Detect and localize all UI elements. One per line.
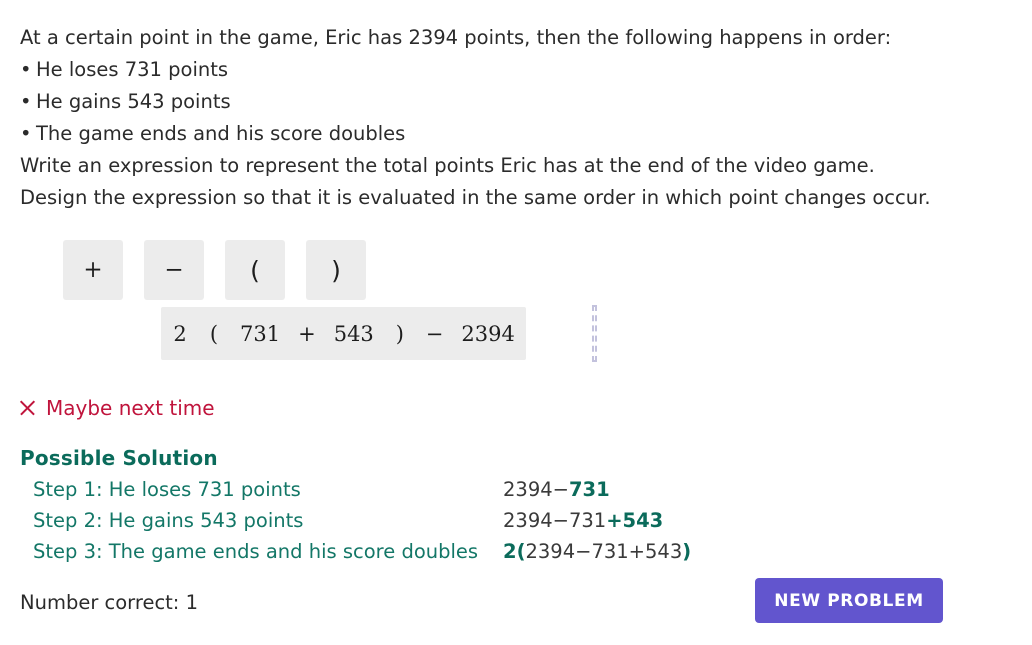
operator-tile-open-paren[interactable]: ( [225, 240, 285, 300]
expression-new-part: 731 [568, 478, 610, 501]
bullet-icon: • [20, 122, 32, 145]
expression-token[interactable]: 2 [163, 307, 197, 360]
problem-bullet-2: • He gains 543 points [20, 86, 980, 118]
problem-bullet-3: • The game ends and his score doubles [20, 118, 980, 150]
operator-palette: + − ( ) [63, 240, 366, 300]
feedback-message: Maybe next time [18, 396, 215, 420]
solution-panel: Possible Solution Step 1: He loses 731 p… [20, 446, 980, 563]
problem-bullet-3-text: The game ends and his score doubles [36, 122, 406, 145]
operator-tile-close-paren[interactable]: ) [306, 240, 366, 300]
solution-row: Step 2: He gains 543 points 2394−731+543 [20, 509, 980, 532]
x-icon [18, 399, 37, 418]
expression-token[interactable]: 731 [231, 307, 289, 360]
expression-token[interactable]: + [289, 307, 325, 360]
expression-token[interactable]: ) [383, 307, 417, 360]
problem-bullet-1-text: He loses 731 points [36, 58, 229, 81]
solution-step-label: Step 3: The game ends and his score doub… [33, 540, 479, 563]
expression-new-part: 2( [503, 540, 526, 563]
bullet-icon: • [20, 90, 32, 113]
solution-step-expression: 2394−731+543 [503, 509, 663, 532]
feedback-text: Maybe next time [46, 396, 215, 420]
expression-token[interactable]: − [417, 307, 453, 360]
solution-step-label: Step 2: He gains 543 points [33, 509, 304, 532]
expression-token[interactable]: 543 [325, 307, 383, 360]
expression-base: 2394−731+543 [525, 540, 683, 563]
expression-token[interactable]: 2394 [452, 307, 523, 360]
expression-drop-target[interactable] [592, 305, 597, 362]
expression-base: 2394− [503, 478, 569, 501]
problem-intro: At a certain point in the game, Eric has… [20, 26, 892, 49]
solution-step-expression: 2(2394−731+543) [503, 540, 691, 563]
expression-new-part-close: ) [682, 540, 692, 563]
expression-token[interactable]: ( [197, 307, 231, 360]
problem-instruction-1: Write an expression to represent the tot… [20, 154, 875, 177]
expression-tray[interactable]: 2 ( 731 + 543 ) − 2394 [161, 307, 526, 360]
operator-tile-plus[interactable]: + [63, 240, 123, 300]
solution-title: Possible Solution [20, 446, 218, 470]
operator-tile-minus[interactable]: − [144, 240, 204, 300]
solution-row: Step 3: The game ends and his score doub… [20, 540, 980, 563]
expression-base: 2394−731 [503, 509, 607, 532]
expression-new-part: +543 [606, 509, 664, 532]
solution-step-label: Step 1: He loses 731 points [33, 478, 301, 501]
problem-instruction-2: Design the expression so that it is eval… [20, 186, 931, 209]
new-problem-button[interactable]: NEW PROBLEM [755, 578, 943, 623]
problem-bullet-2-text: He gains 543 points [36, 90, 231, 113]
solution-row: Step 1: He loses 731 points 2394−731 [20, 478, 980, 501]
problem-bullet-1: • He loses 731 points [20, 54, 980, 86]
score-counter: Number correct: 1 [20, 591, 198, 614]
problem-statement: At a certain point in the game, Eric has… [20, 22, 980, 214]
bullet-icon: • [20, 58, 32, 81]
solution-step-expression: 2394−731 [503, 478, 610, 501]
